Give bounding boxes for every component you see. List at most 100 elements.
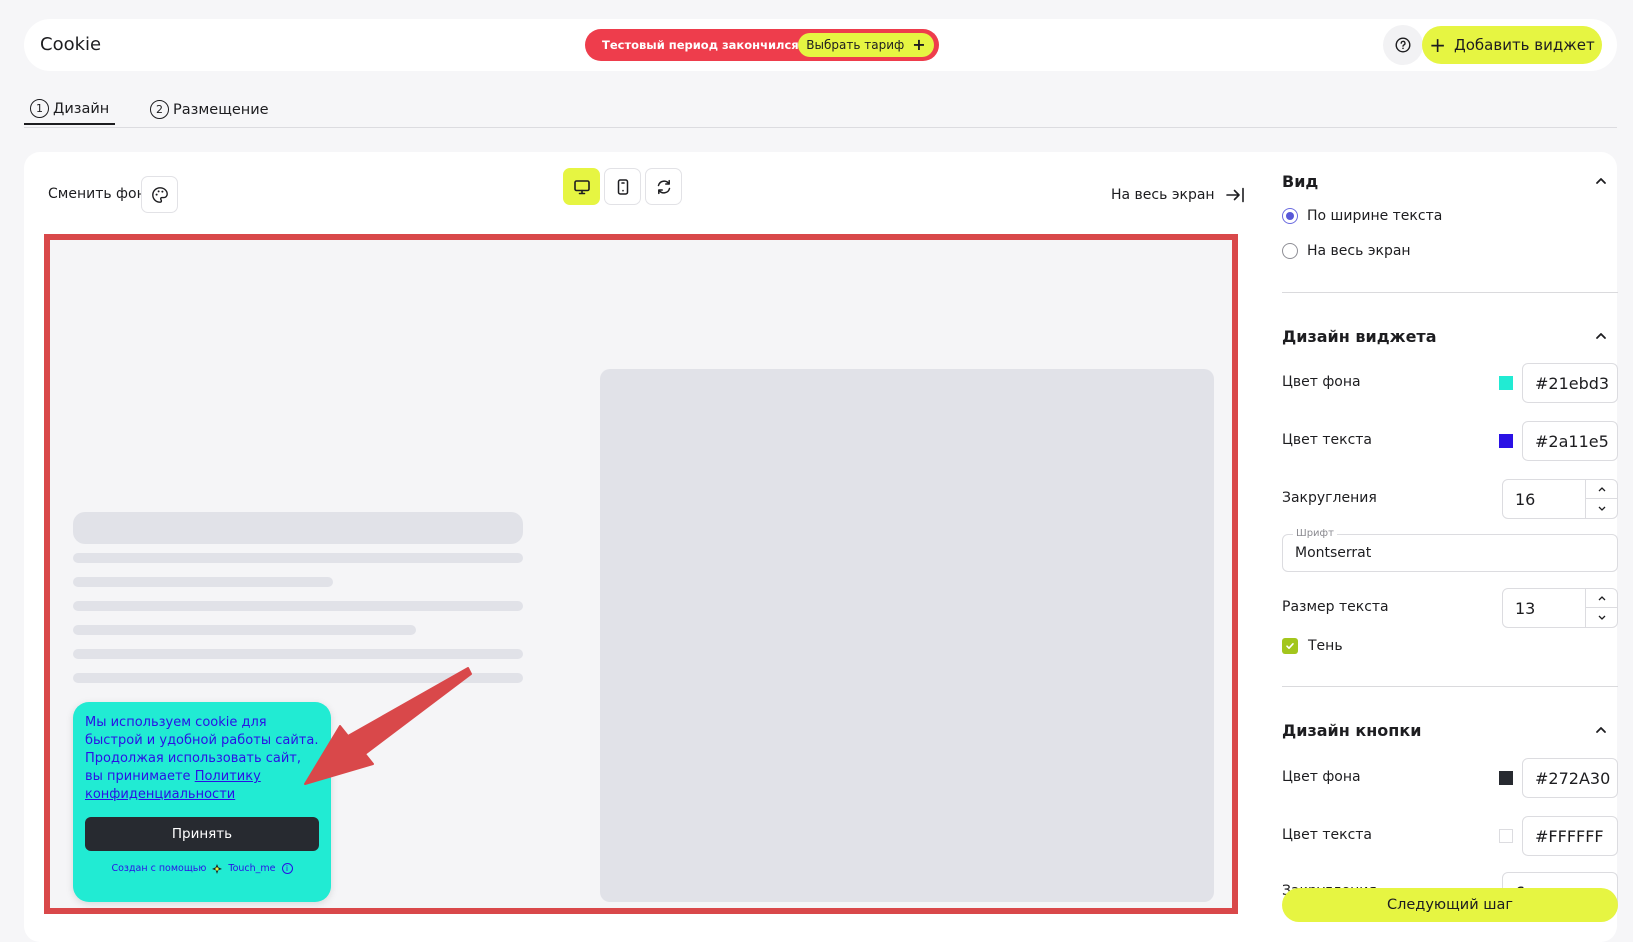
section-title-widget-design: Дизайн виджета [1282, 327, 1437, 346]
tab-label: Размещение [173, 101, 269, 118]
tab-label: Дизайн [53, 100, 110, 117]
placeholder-line [73, 649, 523, 659]
change-background-label: Сменить фон [48, 186, 146, 202]
chevron-up-icon[interactable] [1594, 174, 1608, 188]
fullscreen-label: На весь экран [1111, 187, 1215, 203]
placeholder-image-block [600, 369, 1214, 902]
change-background-button[interactable] [141, 176, 178, 213]
mobile-icon [617, 178, 628, 195]
font-value: Montserrat [1295, 545, 1372, 561]
divider [1282, 292, 1618, 293]
widget-radius-label: Закругления [1282, 490, 1377, 506]
step-number: 1 [30, 99, 49, 118]
widget-text-color-swatch[interactable] [1499, 434, 1513, 448]
next-step-button[interactable]: Следующий шаг [1282, 888, 1618, 922]
branding-name[interactable]: Touch_me [228, 863, 275, 874]
button-text-color-label: Цвет текста [1282, 827, 1372, 843]
chevron-down-icon [1598, 615, 1605, 620]
placeholder-line [73, 553, 523, 563]
help-button[interactable] [1383, 25, 1423, 65]
cookie-message: Мы используем cookie для быстрой и удобн… [85, 714, 319, 804]
font-select[interactable]: Шрифт Montserrat [1282, 528, 1618, 572]
chevron-up-icon[interactable] [1594, 723, 1608, 737]
plus-icon: + [912, 35, 926, 54]
plus-icon: + [1429, 33, 1447, 57]
expand-arrow-icon [1225, 187, 1244, 203]
device-desktop-button[interactable] [563, 168, 600, 205]
choose-plan-label: Выбрать тариф [806, 38, 905, 52]
placeholder-line [73, 625, 416, 635]
text-size-label: Размер текста [1282, 599, 1389, 615]
stepper-down-button[interactable] [1586, 608, 1617, 627]
step-number: 2 [150, 100, 169, 119]
placeholder-line [73, 601, 523, 611]
button-text-color-swatch[interactable] [1499, 829, 1513, 843]
info-icon[interactable]: i [281, 863, 293, 874]
choose-plan-button[interactable]: Выбрать тариф + [798, 33, 934, 57]
fullscreen-button[interactable]: На весь экран [1111, 186, 1245, 204]
checkmark-icon [1286, 643, 1294, 649]
add-widget-button[interactable]: + Добавить виджет [1422, 26, 1602, 64]
text-size-value: 13 [1515, 599, 1536, 618]
shadow-checkbox[interactable] [1282, 638, 1298, 654]
chevron-up-icon [1598, 487, 1605, 492]
view-option-fullscreen[interactable]: На весь экран [1282, 243, 1411, 259]
touchme-logo-icon [212, 863, 223, 874]
placeholder-heading [73, 512, 523, 544]
stepper-up-button[interactable] [1586, 480, 1617, 499]
widget-bg-color-label: Цвет фона [1282, 374, 1361, 390]
radio-unselected[interactable] [1282, 243, 1298, 259]
text-size-stepper[interactable]: 13 [1502, 588, 1618, 628]
section-title-view: Вид [1282, 172, 1319, 191]
shadow-label: Тень [1308, 638, 1343, 654]
branding-prefix: Создан с помощью [111, 863, 207, 874]
widget-preview: Мы используем cookie для быстрой и удобн… [44, 234, 1238, 914]
cookie-banner: Мы используем cookie для быстрой и удобн… [73, 702, 331, 902]
radio-selected[interactable] [1282, 208, 1298, 224]
font-legend: Шрифт [1293, 528, 1337, 539]
button-bg-color-label: Цвет фона [1282, 769, 1361, 785]
widget-radius-value: 16 [1515, 490, 1536, 509]
stepper-down-button[interactable] [1586, 499, 1617, 518]
placeholder-line [73, 673, 523, 683]
tab-placement[interactable]: 2 Размещение [144, 94, 275, 125]
widget-bg-color-swatch[interactable] [1499, 376, 1513, 390]
widget-text-color-label: Цвет текста [1282, 432, 1372, 448]
help-icon [1395, 37, 1411, 53]
widget-text-color-input[interactable]: #2a11e5 [1522, 421, 1618, 461]
chevron-down-icon [1598, 506, 1605, 511]
page-title: Cookie [40, 34, 102, 55]
cookie-accept-button[interactable]: Принять [85, 817, 319, 851]
cookie-branding: Создан с помощью Touch_me i [85, 863, 319, 874]
shadow-checkbox-row[interactable]: Тень [1282, 638, 1343, 654]
step-tabs: 1 Дизайн 2 Размещение [24, 92, 1617, 128]
refresh-preview-button[interactable] [645, 168, 682, 205]
button-bg-color-swatch[interactable] [1499, 771, 1513, 785]
button-bg-color-input[interactable]: #272A30 [1522, 758, 1618, 798]
radio-label: По ширине текста [1307, 208, 1443, 224]
settings-sidebar: Вид По ширине текста На весь экран Дизай… [1282, 152, 1618, 942]
button-text-color-input[interactable]: #FFFFFF [1522, 816, 1618, 856]
tab-design[interactable]: 1 Дизайн [24, 94, 116, 125]
placeholder-line [73, 577, 333, 587]
refresh-icon [657, 179, 670, 194]
stepper-controls [1585, 589, 1617, 627]
add-widget-label: Добавить виджет [1454, 36, 1595, 54]
trial-banner: Тестовый период закончился Выбрать тариф… [585, 29, 939, 61]
app-header: Cookie Тестовый период закончился Выбрат… [24, 19, 1617, 71]
widget-bg-color-input[interactable]: #21ebd3 [1522, 363, 1618, 403]
section-title-button-design: Дизайн кнопки [1282, 721, 1422, 740]
editor-panel: Сменить фон На весь экран Мы используем … [24, 152, 1618, 942]
stepper-controls [1585, 480, 1617, 518]
chevron-up-icon[interactable] [1594, 329, 1608, 343]
widget-radius-stepper[interactable]: 16 [1502, 479, 1618, 519]
trial-expired-text: Тестовый период закончился [602, 38, 799, 52]
divider [1282, 686, 1618, 687]
device-mobile-button[interactable] [604, 168, 641, 205]
chevron-up-icon [1598, 596, 1605, 601]
stepper-up-button[interactable] [1586, 589, 1617, 608]
palette-icon [151, 186, 168, 203]
radio-label: На весь экран [1307, 243, 1411, 259]
view-option-text-width[interactable]: По ширине текста [1282, 208, 1442, 224]
desktop-icon [573, 179, 590, 194]
